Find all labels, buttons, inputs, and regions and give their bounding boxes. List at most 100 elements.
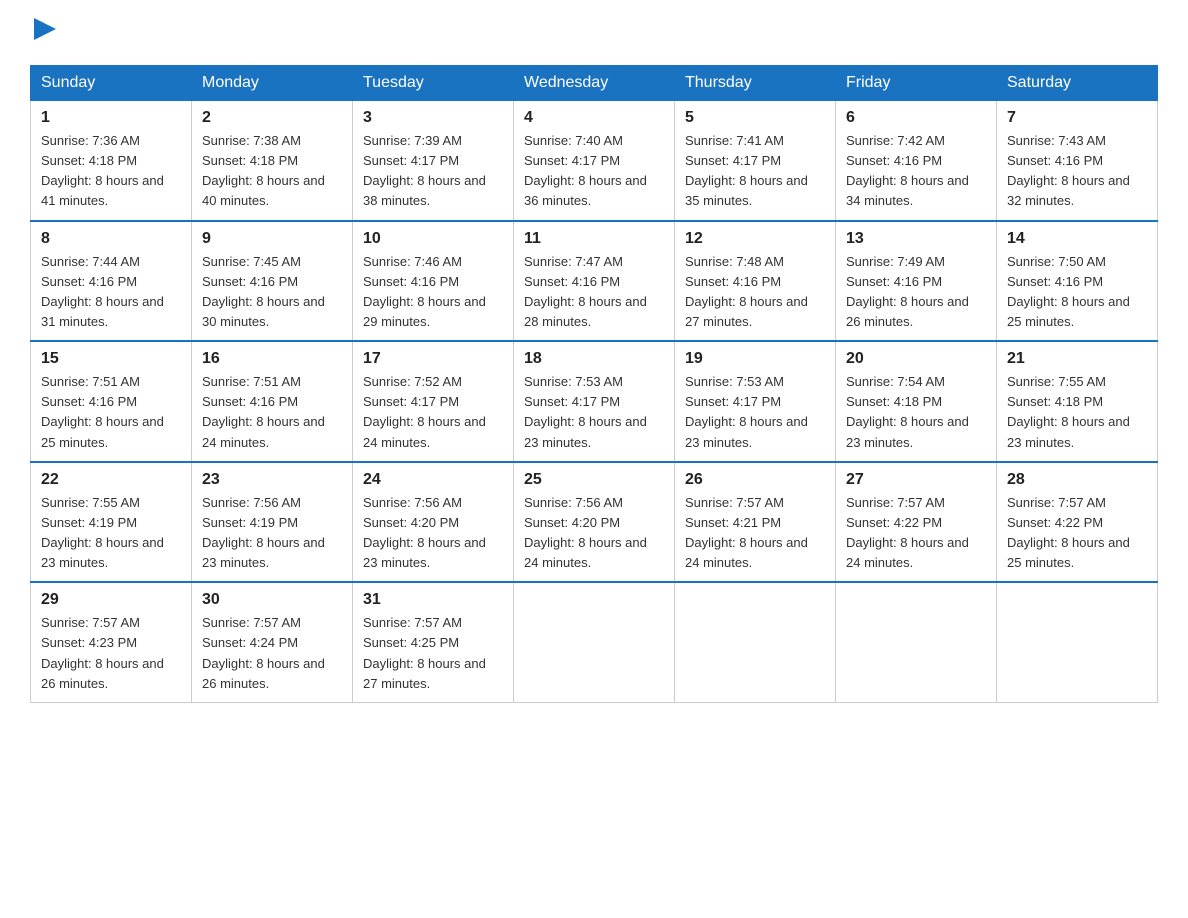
day-number: 17 <box>363 350 503 368</box>
day-number: 8 <box>41 230 181 248</box>
calendar-cell <box>514 582 675 702</box>
day-info: Sunrise: 7:44 AMSunset: 4:16 PMDaylight:… <box>41 252 181 333</box>
calendar-cell <box>836 582 997 702</box>
calendar-cell: 5Sunrise: 7:41 AMSunset: 4:17 PMDaylight… <box>675 101 836 221</box>
calendar-cell: 22 Sunrise: 7:55 AMSunset: 4:19 PMDayligh… <box>31 462 192 583</box>
day-number: 31 <box>363 591 503 609</box>
day-info: Sunrise: 7:40 AMSunset: 4:17 PMDaylight:… <box>524 131 664 212</box>
calendar-cell: 24 Sunrise: 7:56 AMSunset: 4:20 PMDayligh… <box>353 462 514 583</box>
calendar-cell: 20 Sunrise: 7:54 AMSunset: 4:18 PMDayligh… <box>836 341 997 462</box>
column-header-wednesday: Wednesday <box>514 66 675 101</box>
calendar-cell: 28 Sunrise: 7:57 AMSunset: 4:22 PMDayligh… <box>997 462 1158 583</box>
calendar-cell: 11Sunrise: 7:47 AMSunset: 4:16 PMDayligh… <box>514 221 675 342</box>
day-info: Sunrise: 7:56 AMSunset: 4:20 PMDaylight:… <box>363 493 503 574</box>
day-info: Sunrise: 7:46 AMSunset: 4:16 PMDaylight:… <box>363 252 503 333</box>
day-info: Sunrise: 7:55 AMSunset: 4:19 PMDaylight:… <box>41 493 181 574</box>
calendar-cell: 26 Sunrise: 7:57 AMSunset: 4:21 PMDayligh… <box>675 462 836 583</box>
calendar-cell: 3 Sunrise: 7:39 AMSunset: 4:17 PMDaylight… <box>353 101 514 221</box>
day-info: Sunrise: 7:55 AMSunset: 4:18 PMDaylight:… <box>1007 372 1147 453</box>
calendar-cell: 23 Sunrise: 7:56 AMSunset: 4:19 PMDayligh… <box>192 462 353 583</box>
calendar-cell <box>997 582 1158 702</box>
day-info: Sunrise: 7:48 AMSunset: 4:16 PMDaylight:… <box>685 252 825 333</box>
calendar-cell: 18 Sunrise: 7:53 AMSunset: 4:17 PMDayligh… <box>514 341 675 462</box>
calendar-cell: 27 Sunrise: 7:57 AMSunset: 4:22 PMDayligh… <box>836 462 997 583</box>
day-number: 10 <box>363 230 503 248</box>
day-info: Sunrise: 7:56 AMSunset: 4:19 PMDaylight:… <box>202 493 342 574</box>
day-info: Sunrise: 7:53 AMSunset: 4:17 PMDaylight:… <box>524 372 664 453</box>
day-info: Sunrise: 7:45 AMSunset: 4:16 PMDaylight:… <box>202 252 342 333</box>
day-number: 25 <box>524 471 664 489</box>
day-info: Sunrise: 7:57 AMSunset: 4:24 PMDaylight:… <box>202 613 342 694</box>
day-number: 9 <box>202 230 342 248</box>
calendar-cell: 29 Sunrise: 7:57 AMSunset: 4:23 PMDayligh… <box>31 582 192 702</box>
day-number: 5 <box>685 109 825 127</box>
day-number: 7 <box>1007 109 1147 127</box>
day-number: 1 <box>41 109 181 127</box>
calendar-cell: 6 Sunrise: 7:42 AMSunset: 4:16 PMDaylight… <box>836 101 997 221</box>
column-header-monday: Monday <box>192 66 353 101</box>
day-number: 12 <box>685 230 825 248</box>
day-number: 3 <box>363 109 503 127</box>
calendar-cell: 31 Sunrise: 7:57 AMSunset: 4:25 PMDayligh… <box>353 582 514 702</box>
calendar-cell: 12 Sunrise: 7:48 AMSunset: 4:16 PMDayligh… <box>675 221 836 342</box>
column-header-friday: Friday <box>836 66 997 101</box>
day-number: 6 <box>846 109 986 127</box>
calendar-cell: 8 Sunrise: 7:44 AMSunset: 4:16 PMDaylight… <box>31 221 192 342</box>
day-info: Sunrise: 7:38 AMSunset: 4:18 PMDaylight:… <box>202 131 342 212</box>
column-header-saturday: Saturday <box>997 66 1158 101</box>
column-header-sunday: Sunday <box>31 66 192 101</box>
calendar-week-row: 1 Sunrise: 7:36 AMSunset: 4:18 PMDaylight… <box>31 101 1158 221</box>
calendar-cell: 4 Sunrise: 7:40 AMSunset: 4:17 PMDaylight… <box>514 101 675 221</box>
day-number: 19 <box>685 350 825 368</box>
day-number: 16 <box>202 350 342 368</box>
day-number: 2 <box>202 109 342 127</box>
calendar-cell: 30 Sunrise: 7:57 AMSunset: 4:24 PMDayligh… <box>192 582 353 702</box>
calendar-cell: 25 Sunrise: 7:56 AMSunset: 4:20 PMDayligh… <box>514 462 675 583</box>
day-info: Sunrise: 7:54 AMSunset: 4:18 PMDaylight:… <box>846 372 986 453</box>
day-info: Sunrise: 7:50 AMSunset: 4:16 PMDaylight:… <box>1007 252 1147 333</box>
calendar-cell: 2 Sunrise: 7:38 AMSunset: 4:18 PMDaylight… <box>192 101 353 221</box>
day-info: Sunrise: 7:57 AMSunset: 4:25 PMDaylight:… <box>363 613 503 694</box>
day-info: Sunrise: 7:57 AMSunset: 4:23 PMDaylight:… <box>41 613 181 694</box>
day-info: Sunrise: 7:51 AMSunset: 4:16 PMDaylight:… <box>41 372 181 453</box>
calendar-cell: 10 Sunrise: 7:46 AMSunset: 4:16 PMDayligh… <box>353 221 514 342</box>
calendar-table: SundayMondayTuesdayWednesdayThursdayFrid… <box>30 65 1158 703</box>
day-number: 30 <box>202 591 342 609</box>
day-info: Sunrise: 7:56 AMSunset: 4:20 PMDaylight:… <box>524 493 664 574</box>
calendar-week-row: 22 Sunrise: 7:55 AMSunset: 4:19 PMDayligh… <box>31 462 1158 583</box>
calendar-cell: 15Sunrise: 7:51 AMSunset: 4:16 PMDayligh… <box>31 341 192 462</box>
day-info: Sunrise: 7:51 AMSunset: 4:16 PMDaylight:… <box>202 372 342 453</box>
day-info: Sunrise: 7:43 AMSunset: 4:16 PMDaylight:… <box>1007 131 1147 212</box>
day-number: 23 <box>202 471 342 489</box>
day-info: Sunrise: 7:39 AMSunset: 4:17 PMDaylight:… <box>363 131 503 212</box>
day-info: Sunrise: 7:52 AMSunset: 4:17 PMDaylight:… <box>363 372 503 453</box>
day-number: 18 <box>524 350 664 368</box>
calendar-cell: 9 Sunrise: 7:45 AMSunset: 4:16 PMDaylight… <box>192 221 353 342</box>
day-info: Sunrise: 7:42 AMSunset: 4:16 PMDaylight:… <box>846 131 986 212</box>
calendar-cell: 14 Sunrise: 7:50 AMSunset: 4:16 PMDayligh… <box>997 221 1158 342</box>
calendar-week-row: 8 Sunrise: 7:44 AMSunset: 4:16 PMDaylight… <box>31 221 1158 342</box>
day-number: 14 <box>1007 230 1147 248</box>
day-number: 13 <box>846 230 986 248</box>
day-number: 22 <box>41 471 181 489</box>
calendar-cell: 1 Sunrise: 7:36 AMSunset: 4:18 PMDaylight… <box>31 101 192 221</box>
day-number: 26 <box>685 471 825 489</box>
column-header-thursday: Thursday <box>675 66 836 101</box>
calendar-cell: 16 Sunrise: 7:51 AMSunset: 4:16 PMDayligh… <box>192 341 353 462</box>
day-number: 20 <box>846 350 986 368</box>
day-info: Sunrise: 7:57 AMSunset: 4:22 PMDaylight:… <box>1007 493 1147 574</box>
day-number: 28 <box>1007 471 1147 489</box>
day-info: Sunrise: 7:47 AMSunset: 4:16 PMDaylight:… <box>524 252 664 333</box>
day-number: 21 <box>1007 350 1147 368</box>
day-number: 24 <box>363 471 503 489</box>
day-info: Sunrise: 7:57 AMSunset: 4:21 PMDaylight:… <box>685 493 825 574</box>
day-info: Sunrise: 7:53 AMSunset: 4:17 PMDaylight:… <box>685 372 825 453</box>
day-number: 27 <box>846 471 986 489</box>
calendar-week-row: 29 Sunrise: 7:57 AMSunset: 4:23 PMDayligh… <box>31 582 1158 702</box>
page-header <box>30 20 1158 47</box>
day-info: Sunrise: 7:57 AMSunset: 4:22 PMDaylight:… <box>846 493 986 574</box>
day-number: 4 <box>524 109 664 127</box>
day-number: 29 <box>41 591 181 609</box>
day-info: Sunrise: 7:36 AMSunset: 4:18 PMDaylight:… <box>41 131 181 212</box>
calendar-cell: 21 Sunrise: 7:55 AMSunset: 4:18 PMDayligh… <box>997 341 1158 462</box>
